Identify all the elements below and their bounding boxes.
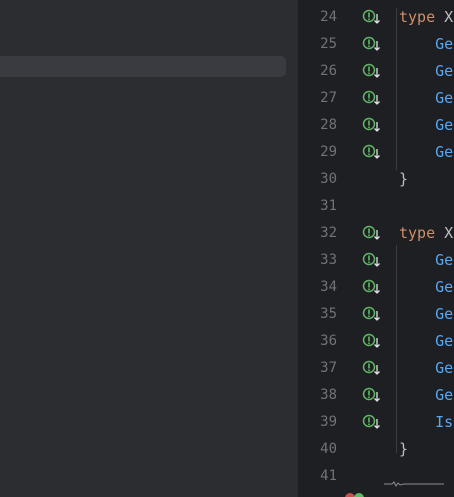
gutter-line: 32 <box>299 220 343 247</box>
code-line[interactable]: Ge <box>399 279 453 296</box>
line-number: 40 <box>320 441 337 457</box>
implemented-interface-icon[interactable] <box>362 386 382 404</box>
code-line[interactable]: Ge <box>399 252 453 269</box>
code-line[interactable]: Ge <box>399 387 453 404</box>
code-token: Ge <box>399 143 454 161</box>
line-number: 41 <box>320 468 337 484</box>
gutter-line: 35 <box>299 301 343 328</box>
gutter-line: 27 <box>299 85 343 112</box>
code-editor[interactable]: 24 type X 25 Ge 26 Ge 27 Ge 28 Ge 29 Ge 30} 31 32… <box>299 0 454 497</box>
indent-guide <box>396 8 397 170</box>
implemented-interface-icon[interactable] <box>362 305 382 323</box>
line-number: 28 <box>320 117 337 133</box>
code-line[interactable]: Ge <box>399 36 453 53</box>
implemented-interface-icon[interactable] <box>362 62 382 80</box>
code-line[interactable]: Ge <box>399 360 453 377</box>
line-number: 27 <box>320 90 337 106</box>
line-number: 31 <box>320 198 337 214</box>
code-token: Ge <box>399 35 454 53</box>
code-token: Ge <box>399 386 454 404</box>
implemented-interface-icon[interactable] <box>362 89 382 107</box>
implemented-interface-icon[interactable] <box>362 8 382 26</box>
gutter-line: 29 <box>299 139 343 166</box>
code-token: Ge <box>399 278 454 296</box>
gutter-line: 34 <box>299 274 343 301</box>
gutter-line: 40 <box>299 436 343 463</box>
line-number: 30 <box>320 171 337 187</box>
code-line[interactable]: type X <box>399 9 453 26</box>
code-line[interactable]: Ge <box>399 333 453 350</box>
code-token: } <box>399 440 409 458</box>
code-line[interactable]: Ge <box>399 306 453 323</box>
implemented-interface-icon[interactable] <box>362 278 382 296</box>
implemented-interface-icon[interactable] <box>362 224 382 242</box>
line-number: 34 <box>320 279 337 295</box>
gutter-line: 41 <box>299 463 343 490</box>
gutter-line: 38 <box>299 382 343 409</box>
line-number: 33 <box>320 252 337 268</box>
implemented-interface-icon[interactable] <box>362 359 382 377</box>
gutter-line: 36 <box>299 328 343 355</box>
code-line[interactable]: Ge <box>399 117 453 134</box>
line-number: 38 <box>320 387 337 403</box>
code-line[interactable]: Is <box>399 414 453 431</box>
gutter-line: 26 <box>299 58 343 85</box>
line-number: 35 <box>320 306 337 322</box>
gutter-line: 39 <box>299 409 343 436</box>
code-token: X <box>444 8 454 26</box>
indent-guide <box>396 245 397 453</box>
gutter-line: 33 <box>299 247 343 274</box>
implemented-interface-icon[interactable] <box>362 143 382 161</box>
left-tool-window <box>0 0 298 497</box>
line-number: 29 <box>320 144 337 160</box>
code-token: } <box>399 170 409 188</box>
code-line[interactable]: } <box>399 441 408 458</box>
selected-row-highlight[interactable] <box>0 56 286 77</box>
line-number: 36 <box>320 333 337 349</box>
code-token: Ge <box>399 359 454 377</box>
gutter-line: 31 <box>299 193 343 220</box>
line-number: 25 <box>320 36 337 52</box>
code-token: type <box>399 224 445 242</box>
line-number: 37 <box>320 360 337 376</box>
code-token: Ge <box>399 116 454 134</box>
implemented-interface-icon[interactable] <box>362 251 382 269</box>
code-token: Ge <box>399 62 454 80</box>
implemented-interface-icon[interactable] <box>362 116 382 134</box>
code-line[interactable]: } <box>399 171 408 188</box>
code-line[interactable]: type X <box>399 225 453 242</box>
implemented-interface-icon[interactable] <box>362 332 382 350</box>
code-token: Ge <box>399 305 454 323</box>
gutter-line: 30 <box>299 166 343 193</box>
line-number: 32 <box>320 225 337 241</box>
code-line[interactable]: Ge <box>399 63 453 80</box>
line-number: 39 <box>320 414 337 430</box>
inline-hint-squiggle <box>384 481 444 487</box>
code-line[interactable]: Ge <box>399 90 453 107</box>
code-token: type <box>399 8 445 26</box>
code-line[interactable]: Ge <box>399 144 453 161</box>
gutter-line: 37 <box>299 355 343 382</box>
implemented-interface-icon[interactable] <box>362 413 382 431</box>
code-token: Ge <box>399 251 454 269</box>
run-icon[interactable] <box>344 488 364 497</box>
gutter-line: 25 <box>299 31 343 58</box>
code-token: X <box>444 224 454 242</box>
line-number: 24 <box>320 9 337 25</box>
gutter-line: 28 <box>299 112 343 139</box>
gutter-line: 24 <box>299 4 343 31</box>
code-token: Ge <box>399 89 454 107</box>
line-number: 26 <box>320 63 337 79</box>
code-token: Ge <box>399 332 454 350</box>
code-token: Is <box>399 413 454 431</box>
implemented-interface-icon[interactable] <box>362 35 382 53</box>
